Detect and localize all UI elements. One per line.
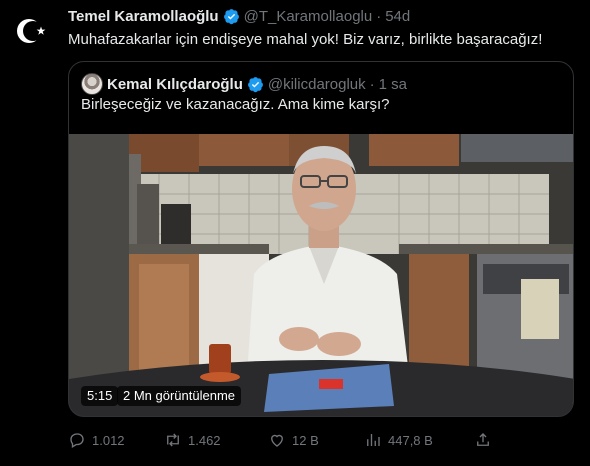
quoted-tweet-timestamp[interactable]: 1 sa — [379, 76, 407, 93]
quoted-tweet-header: Kemal Kılıçdaroğlu @kilicdarogluk · 1 sa — [81, 73, 407, 95]
share-button[interactable] — [474, 428, 492, 452]
views-button[interactable]: 447,8 B — [364, 428, 433, 452]
tweet-action-bar: 1.012 1.462 12 B 447,8 B — [68, 428, 508, 452]
tweet-header: Temel Karamollaoğlu @T_Karamollaoglu · 5… — [68, 6, 410, 26]
video-views-badge: 2 Mn görüntülenme — [117, 386, 242, 406]
reply-count: 1.012 — [92, 432, 125, 448]
retweet-icon — [167, 433, 179, 447]
separator-dot: · — [369, 75, 375, 93]
like-button[interactable]: 12 B — [268, 428, 319, 452]
retweet-button[interactable]: 1.462 — [164, 428, 221, 452]
author-handle[interactable]: @T_Karamollaoglu — [244, 8, 373, 25]
author-avatar[interactable] — [14, 14, 48, 48]
view-count: 447,8 B — [388, 432, 433, 448]
video-player[interactable]: 5:15 2 Mn görüntülenme — [69, 134, 573, 416]
author-name[interactable]: Temel Karamollaoğlu — [68, 8, 219, 25]
tweet-text: Muhafazakarlar için endişeye mahal yok! … — [68, 31, 543, 48]
reply-button[interactable]: 1.012 — [68, 428, 125, 452]
heart-icon — [271, 434, 283, 447]
separator-dot: · — [376, 7, 382, 25]
quoted-tweet[interactable]: Kemal Kılıçdaroğlu @kilicdarogluk · 1 sa… — [68, 61, 574, 417]
video-duration-badge: 5:15 — [81, 386, 119, 406]
crescent-star-icon — [17, 19, 46, 43]
video-thumbnail — [69, 134, 573, 416]
reply-icon — [70, 433, 84, 448]
bar-chart-icon — [367, 434, 380, 446]
quoted-author-handle[interactable]: @kilicdarogluk — [268, 76, 366, 93]
quoted-tweet-text: Birleşeceğiz ve kazanacağız. Ama kime ka… — [81, 96, 390, 113]
retweet-count: 1.462 — [188, 432, 221, 448]
verified-badge-icon — [247, 76, 263, 92]
verified-badge-icon — [223, 8, 239, 24]
tweet-timestamp[interactable]: 54d — [385, 8, 410, 25]
quoted-author-avatar[interactable] — [81, 73, 103, 95]
share-icon — [477, 433, 489, 446]
like-count: 12 B — [292, 432, 319, 448]
quoted-author-name[interactable]: Kemal Kılıçdaroğlu — [107, 76, 243, 93]
